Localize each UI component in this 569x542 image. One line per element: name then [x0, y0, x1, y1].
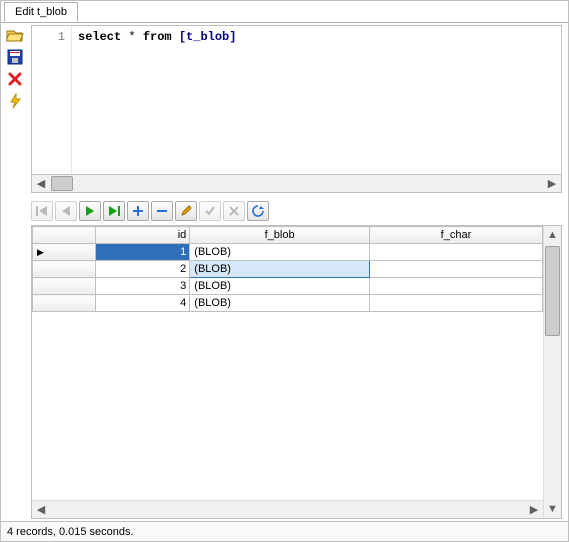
sql-editor[interactable]: 1 select * from [t_blob] [31, 25, 562, 175]
data-grid-body: id f_blob f_char ▶1(BLOB)2(BLOB)3(BLOB)4… [32, 226, 543, 518]
table-row[interactable]: 2(BLOB) [33, 261, 543, 278]
grid-empty-area [32, 312, 543, 500]
scroll-thumb[interactable] [545, 246, 560, 336]
status-text: 4 records, 0.015 seconds. [7, 526, 134, 538]
side-toolbar [1, 23, 29, 521]
cell-fchar[interactable] [369, 261, 542, 278]
sql-keyword: from [143, 30, 172, 44]
cell-fblob[interactable]: (BLOB) [190, 295, 370, 312]
scroll-down-icon[interactable]: ▼ [544, 500, 561, 518]
refresh-button[interactable] [247, 201, 269, 221]
record-nav-toolbar [31, 199, 562, 225]
app-root: Edit t_blob [0, 0, 569, 542]
scroll-right-icon[interactable]: ▶ [525, 501, 543, 518]
sql-keyword: select [78, 30, 121, 44]
scroll-right-icon[interactable]: ▶ [543, 175, 561, 192]
row-marker[interactable] [33, 261, 96, 278]
tab-bar: Edit t_blob [1, 1, 568, 23]
cancel-button[interactable] [223, 201, 245, 221]
edit-record-button[interactable] [175, 201, 197, 221]
line-number: 1 [58, 30, 65, 44]
row-header-col[interactable] [33, 227, 96, 244]
tab-edit-table[interactable]: Edit t_blob [4, 2, 78, 22]
table-header-row: id f_blob f_char [33, 227, 543, 244]
cell-id[interactable]: 1 [95, 244, 189, 261]
nav-next-button[interactable] [79, 201, 101, 221]
save-icon[interactable] [6, 49, 24, 65]
scroll-track[interactable] [50, 175, 543, 192]
cell-fblob[interactable]: (BLOB) [190, 278, 370, 295]
column-header-fblob[interactable]: f_blob [190, 227, 370, 244]
nav-first-button[interactable] [31, 201, 53, 221]
scroll-track[interactable] [544, 244, 561, 500]
table-row[interactable]: ▶1(BLOB) [33, 244, 543, 261]
editor-hscrollbar[interactable]: ◀ ▶ [31, 175, 562, 193]
cell-fblob[interactable]: (BLOB) [190, 244, 370, 261]
grid-hscrollbar[interactable]: ◀ ▶ [32, 500, 543, 518]
sql-identifier: [t_blob] [179, 30, 237, 44]
nav-prev-button[interactable] [55, 201, 77, 221]
cell-id[interactable]: 2 [95, 261, 189, 278]
table-row[interactable]: 3(BLOB) [33, 278, 543, 295]
table-row[interactable]: 4(BLOB) [33, 295, 543, 312]
run-icon[interactable] [6, 93, 24, 109]
work-area: 1 select * from [t_blob] ◀ ▶ [1, 23, 568, 521]
delete-icon[interactable] [6, 71, 24, 87]
status-bar: 4 records, 0.015 seconds. [1, 521, 568, 541]
scroll-up-icon[interactable]: ▲ [544, 226, 561, 244]
cell-id[interactable]: 4 [95, 295, 189, 312]
commit-button[interactable] [199, 201, 221, 221]
row-marker[interactable]: ▶ [33, 244, 96, 261]
open-icon[interactable] [6, 27, 24, 43]
sql-text [172, 30, 179, 44]
editor-gutter: 1 [32, 26, 72, 174]
column-header-id[interactable]: id [95, 227, 189, 244]
scroll-thumb[interactable] [51, 176, 73, 191]
cell-fchar[interactable] [369, 295, 542, 312]
nav-last-button[interactable] [103, 201, 125, 221]
scroll-left-icon[interactable]: ◀ [32, 175, 50, 192]
row-marker[interactable] [33, 278, 96, 295]
data-grid-panel: id f_blob f_char ▶1(BLOB)2(BLOB)3(BLOB)4… [31, 225, 562, 519]
grid-vscrollbar[interactable]: ▲ ▼ [543, 226, 561, 518]
data-grid[interactable]: id f_blob f_char ▶1(BLOB)2(BLOB)3(BLOB)4… [32, 226, 543, 312]
editor-code[interactable]: select * from [t_blob] [72, 26, 561, 174]
remove-record-button[interactable] [151, 201, 173, 221]
cell-fchar[interactable] [369, 278, 542, 295]
main-column: 1 select * from [t_blob] ◀ ▶ [29, 23, 568, 521]
scroll-track[interactable] [50, 501, 525, 518]
cell-fblob[interactable]: (BLOB) [190, 261, 370, 278]
sql-text: * [121, 30, 143, 44]
cell-id[interactable]: 3 [95, 278, 189, 295]
row-marker[interactable] [33, 295, 96, 312]
cell-fchar[interactable] [369, 244, 542, 261]
column-header-fchar[interactable]: f_char [369, 227, 542, 244]
scroll-left-icon[interactable]: ◀ [32, 501, 50, 518]
add-record-button[interactable] [127, 201, 149, 221]
